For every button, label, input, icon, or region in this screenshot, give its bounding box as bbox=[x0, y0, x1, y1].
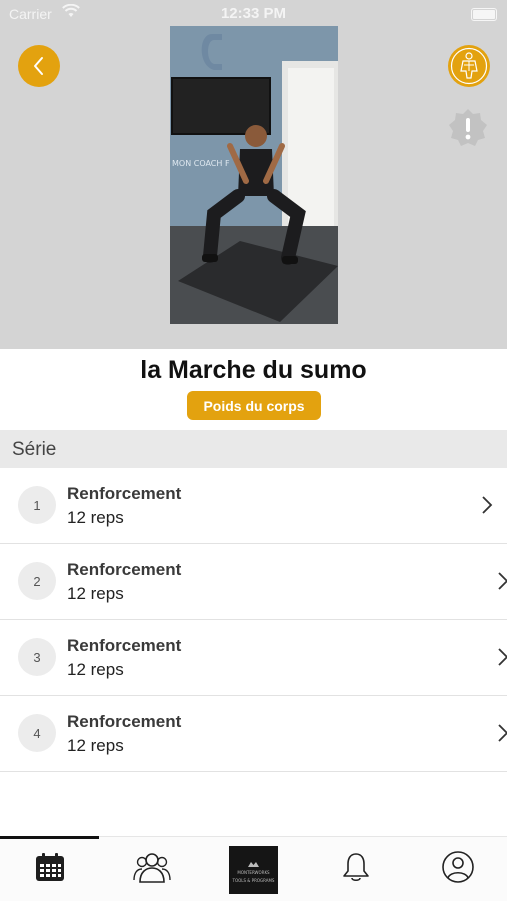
exercise-video[interactable]: MON COACH F bbox=[170, 26, 338, 324]
tab-profile[interactable] bbox=[436, 845, 480, 889]
series-list: 1 Renforcement 12 reps 2 Renforcement 12… bbox=[0, 468, 507, 772]
tab-calendar[interactable] bbox=[28, 845, 72, 889]
set-type-label: Renforcement bbox=[67, 560, 182, 579]
status-time: 12:33 PM bbox=[220, 5, 287, 22]
set-type-label: Renforcement bbox=[67, 712, 182, 731]
set-reps-label: 12 reps bbox=[67, 508, 124, 527]
series-row-3[interactable]: 3 Renforcement 12 reps bbox=[0, 620, 507, 696]
wall-text: MON COACH F bbox=[172, 159, 230, 168]
warning-badge-icon bbox=[449, 109, 487, 146]
status-bar: Carrier 12:33 PM bbox=[0, 0, 507, 28]
muscle-map-button[interactable] bbox=[448, 45, 490, 87]
profile-icon bbox=[442, 851, 474, 883]
set-number-badge: 1 bbox=[18, 486, 56, 524]
tab-brand-home[interactable]: MONTERWORKS TOOLS & PROGRAMS bbox=[229, 846, 278, 894]
battery-icon bbox=[471, 8, 497, 21]
series-row-2[interactable]: 2 Renforcement 12 reps bbox=[0, 544, 507, 620]
chevron-right-icon bbox=[498, 572, 507, 590]
series-row-1[interactable]: 1 Renforcement 12 reps bbox=[0, 468, 507, 544]
back-button[interactable] bbox=[18, 45, 60, 87]
set-type-label: Renforcement bbox=[67, 484, 182, 503]
set-number-badge: 4 bbox=[18, 714, 56, 752]
set-reps-label: 12 reps bbox=[67, 584, 124, 603]
set-type-label: Renforcement bbox=[67, 636, 182, 655]
bell-icon bbox=[343, 853, 369, 882]
series-section-header: Série bbox=[0, 430, 507, 468]
tab-notifications[interactable] bbox=[334, 845, 378, 889]
tab-community[interactable] bbox=[130, 845, 174, 889]
brand-logo-subtext: TOOLS & PROGRAMS bbox=[232, 878, 275, 883]
chevron-right-icon bbox=[482, 496, 493, 514]
active-tab-indicator bbox=[0, 836, 99, 839]
equipment-badge: Poids du corps bbox=[187, 391, 321, 420]
series-row-4[interactable]: 4 Renforcement 12 reps bbox=[0, 696, 507, 772]
chevron-left-icon bbox=[34, 57, 43, 75]
brand-logo-text: MONTERWORKS bbox=[237, 870, 270, 875]
chevron-right-icon bbox=[498, 724, 507, 742]
set-reps-label: 12 reps bbox=[67, 660, 124, 679]
series-header-label: Série bbox=[12, 439, 57, 460]
brand-logo-icon bbox=[248, 862, 259, 867]
chevron-right-icon bbox=[498, 648, 507, 666]
set-number-badge: 2 bbox=[18, 562, 56, 600]
report-button[interactable] bbox=[448, 108, 488, 148]
community-icon bbox=[133, 853, 171, 883]
video-frame: MON COACH F bbox=[170, 26, 338, 324]
body-muscles-icon bbox=[450, 47, 488, 85]
calendar-icon bbox=[36, 853, 64, 881]
set-number-badge: 3 bbox=[18, 638, 56, 676]
exercise-title: la Marche du sumo bbox=[140, 356, 367, 384]
set-reps-label: 12 reps bbox=[67, 736, 124, 755]
